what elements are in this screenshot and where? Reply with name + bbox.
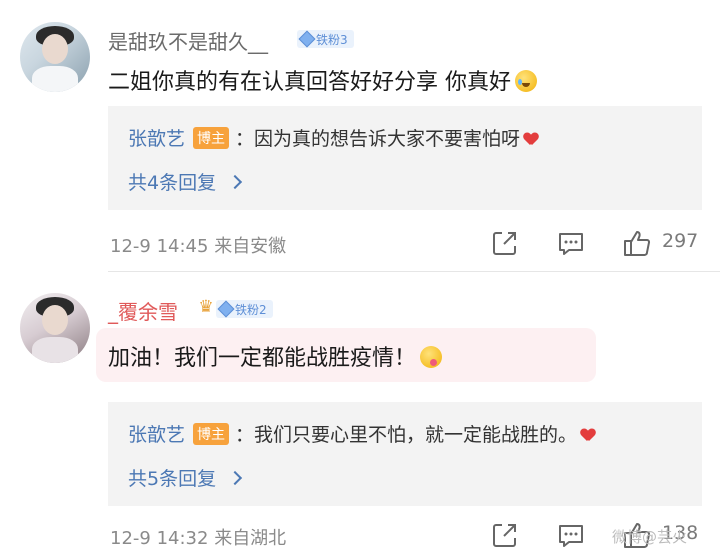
comment-text: 加油！我们一定都能战胜疫情！ bbox=[108, 340, 443, 372]
timestamp: 12-9 14:32 bbox=[110, 528, 209, 549]
avatar-body bbox=[32, 66, 78, 92]
diamond-icon bbox=[217, 300, 235, 318]
fan-badge-label: 铁粉2 bbox=[235, 302, 267, 317]
comment-meta: 12-9 14:45 来自安徽 bbox=[110, 232, 286, 258]
location: 来自湖北 bbox=[214, 528, 287, 549]
comment-divider bbox=[108, 271, 720, 272]
fan-badge[interactable]: 铁粉3 bbox=[297, 30, 354, 48]
more-replies-label: 共5条回复 bbox=[128, 468, 217, 490]
action-bar: 297 bbox=[490, 226, 705, 260]
share-icon[interactable] bbox=[490, 520, 520, 550]
comment-text-body: 二姐你真的有在认真回答好好分享 你真好 bbox=[108, 70, 511, 95]
blogger-badge: 博主 bbox=[193, 423, 230, 445]
avatar[interactable] bbox=[20, 22, 90, 92]
more-replies-label: 共4条回复 bbox=[128, 172, 217, 194]
reply-author[interactable]: 张歆艺 bbox=[128, 128, 185, 150]
tongue-emoji-icon bbox=[420, 346, 443, 368]
comment-icon[interactable] bbox=[556, 228, 586, 258]
share-icon[interactable] bbox=[490, 228, 520, 258]
comment-meta: 12-9 14:32 来自湖北 bbox=[110, 524, 286, 550]
more-replies-link[interactable]: 共4条回复 bbox=[128, 168, 243, 195]
avatar-face bbox=[42, 34, 68, 64]
crown-icon: ♛ bbox=[198, 297, 214, 317]
blogger-badge: 博主 bbox=[193, 127, 230, 149]
fan-badge-label: 铁粉3 bbox=[316, 32, 348, 47]
diamond-icon bbox=[298, 30, 316, 48]
comment-text-body: 加油！我们一定都能战胜疫情！ bbox=[108, 346, 417, 371]
reply-line: 张歆艺 博主 ：我们只要心里不怕，就一定能战胜的。 bbox=[128, 420, 595, 447]
more-replies-link[interactable]: 共5条回复 bbox=[128, 464, 243, 491]
fan-badge[interactable]: 铁粉2 bbox=[216, 300, 273, 318]
location: 来自安徽 bbox=[214, 236, 287, 257]
chevron-right-icon bbox=[228, 470, 243, 486]
comment-icon[interactable] bbox=[556, 520, 586, 550]
reply-box: 张歆艺 博主 ：我们只要心里不怕，就一定能战胜的。 共5条回复 bbox=[108, 402, 702, 506]
timestamp: 12-9 14:45 bbox=[110, 236, 209, 257]
reply-author[interactable]: 张歆艺 bbox=[128, 424, 185, 446]
avatar-body bbox=[32, 337, 78, 363]
reply-text: ：我们只要心里不怕，就一定能战胜的。 bbox=[235, 424, 578, 446]
crying-emoji-icon bbox=[515, 70, 537, 92]
watermark: 微博@芸火 bbox=[612, 528, 688, 546]
username[interactable]: _覆余雪 bbox=[108, 296, 178, 325]
heart-emoji-icon bbox=[524, 133, 538, 145]
heart-emoji-icon bbox=[581, 429, 595, 441]
reply-text: ：因为真的想告诉大家不要害怕呀 bbox=[235, 128, 521, 150]
username[interactable]: 是甜玖不是甜久__ bbox=[108, 26, 268, 55]
reply-line: 张歆艺 博主 ：因为真的想告诉大家不要害怕呀 bbox=[128, 124, 538, 151]
thumbs-up-icon[interactable] bbox=[622, 228, 652, 258]
reply-box: 张歆艺 博主 ：因为真的想告诉大家不要害怕呀 共4条回复 bbox=[108, 106, 702, 210]
comment-text: 二姐你真的有在认真回答好好分享 你真好 bbox=[108, 64, 537, 96]
chevron-right-icon bbox=[228, 174, 243, 190]
avatar-face bbox=[42, 305, 68, 335]
avatar[interactable] bbox=[20, 293, 90, 363]
like-count: 297 bbox=[662, 230, 699, 252]
